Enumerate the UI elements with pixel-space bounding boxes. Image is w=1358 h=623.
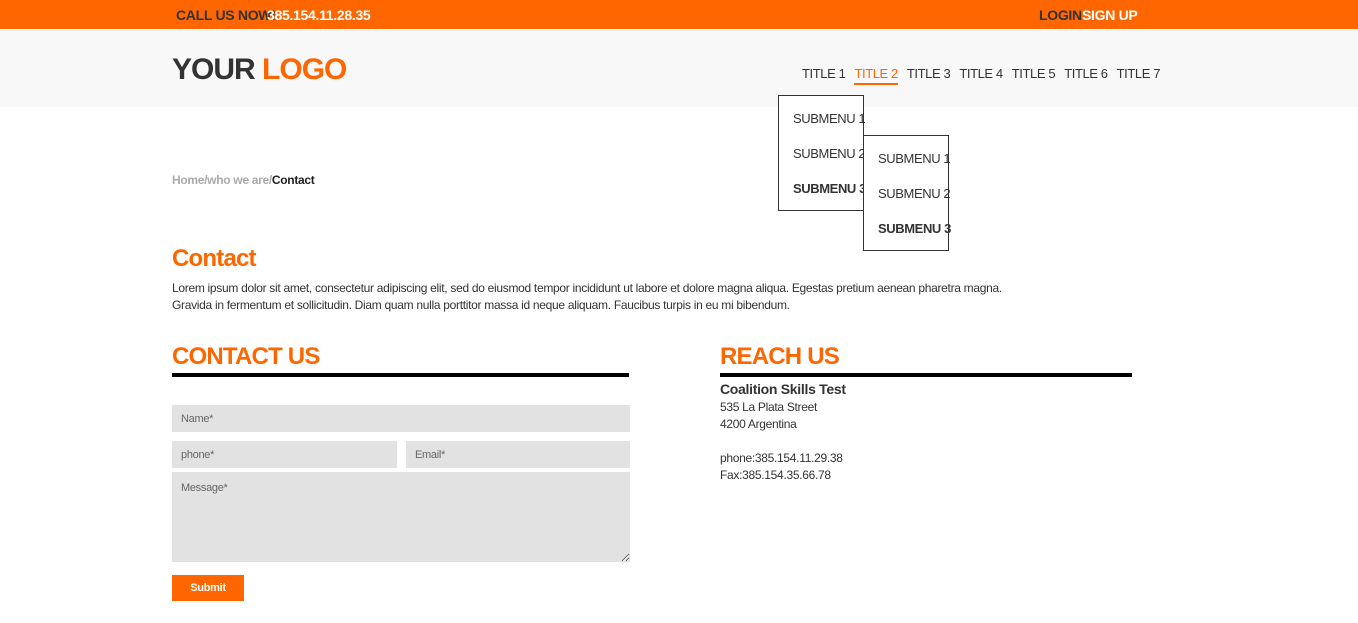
nested-submenu-item-3[interactable]: SUBMENU 3 bbox=[864, 211, 951, 246]
signup-link[interactable]: SIGN UP bbox=[1082, 7, 1138, 23]
call-us-label: CALL US NOW! bbox=[176, 7, 276, 23]
login-link[interactable]: LOGIN bbox=[1039, 7, 1082, 23]
contact-us-heading: CONTACT US bbox=[172, 343, 320, 370]
reach-us-details: Coalition Skills Test 535 La Plata Stree… bbox=[720, 380, 846, 484]
intro-text: Lorem ipsum dolor sit amet, consectetur … bbox=[172, 280, 1032, 314]
nav-title-5[interactable]: TITLE 5 bbox=[1012, 66, 1056, 85]
site-logo[interactable]: YOUR LOGO bbox=[172, 52, 347, 88]
email-field[interactable] bbox=[406, 441, 630, 468]
name-field[interactable] bbox=[172, 405, 630, 432]
nav-title-1[interactable]: TITLE 1 bbox=[802, 66, 846, 85]
reach-divider bbox=[720, 373, 1132, 377]
phone-field[interactable] bbox=[172, 441, 397, 468]
main-nav: TITLE 1 TITLE 2 TITLE 3 TITLE 4 TITLE 5 … bbox=[802, 66, 1160, 85]
intro-line-2: Gravida in fermentum et sollicitudin. Di… bbox=[172, 298, 790, 312]
submenu-item-1[interactable]: SUBMENU 1 bbox=[779, 101, 866, 136]
logo-text-your: YOUR bbox=[172, 53, 256, 86]
submenu-dropdown-primary: SUBMENU 1 SUBMENU 2 SUBMENU 3 bbox=[778, 95, 866, 211]
address-city: 4200 Argentina bbox=[720, 417, 797, 431]
top-bar: CALL US NOW! 385.154.11.28.35 LOGIN SIGN… bbox=[0, 0, 1358, 29]
nav-title-4[interactable]: TITLE 4 bbox=[959, 66, 1003, 85]
reach-us-heading: REACH US bbox=[720, 343, 840, 370]
page-title: Contact bbox=[172, 245, 257, 272]
nested-submenu-item-1[interactable]: SUBMENU 1 bbox=[864, 141, 951, 176]
breadcrumb-current: Contact bbox=[271, 173, 315, 187]
nav-title-7[interactable]: TITLE 7 bbox=[1117, 66, 1161, 85]
submenu-item-2[interactable]: SUBMENU 2 bbox=[779, 136, 866, 171]
nested-submenu-item-2[interactable]: SUBMENU 2 bbox=[864, 176, 951, 211]
nav-title-6[interactable]: TITLE 6 bbox=[1064, 66, 1108, 85]
nav-title-2[interactable]: TITLE 2 bbox=[854, 66, 898, 85]
breadcrumb-path[interactable]: Home/who we are/ bbox=[172, 173, 272, 187]
site-header: YOUR LOGO TITLE 1 TITLE 2 TITLE 3 TITLE … bbox=[0, 29, 1358, 107]
breadcrumb: Home/who we are/Contact bbox=[172, 173, 315, 187]
submenu-dropdown-secondary: SUBMENU 1 SUBMENU 2 SUBMENU 3 bbox=[863, 135, 951, 251]
contact-phone: phone:385.154.11.29.38 bbox=[720, 451, 843, 465]
call-us-phone[interactable]: 385.154.11.28.35 bbox=[267, 7, 371, 23]
logo-text-logo: LOGO bbox=[262, 53, 347, 86]
intro-line-1: Lorem ipsum dolor sit amet, consectetur … bbox=[172, 281, 1002, 295]
submit-button[interactable]: Submit bbox=[172, 575, 244, 601]
address-spacer bbox=[720, 433, 846, 450]
organization-name: Coalition Skills Test bbox=[720, 381, 846, 397]
contact-divider bbox=[172, 373, 629, 377]
submenu-item-3[interactable]: SUBMENU 3 bbox=[779, 171, 866, 206]
address-street: 535 La Plata Street bbox=[720, 400, 818, 414]
message-field[interactable] bbox=[172, 472, 630, 562]
nav-title-3[interactable]: TITLE 3 bbox=[907, 66, 951, 85]
contact-fax: Fax:385.154.35.66.78 bbox=[720, 468, 831, 482]
